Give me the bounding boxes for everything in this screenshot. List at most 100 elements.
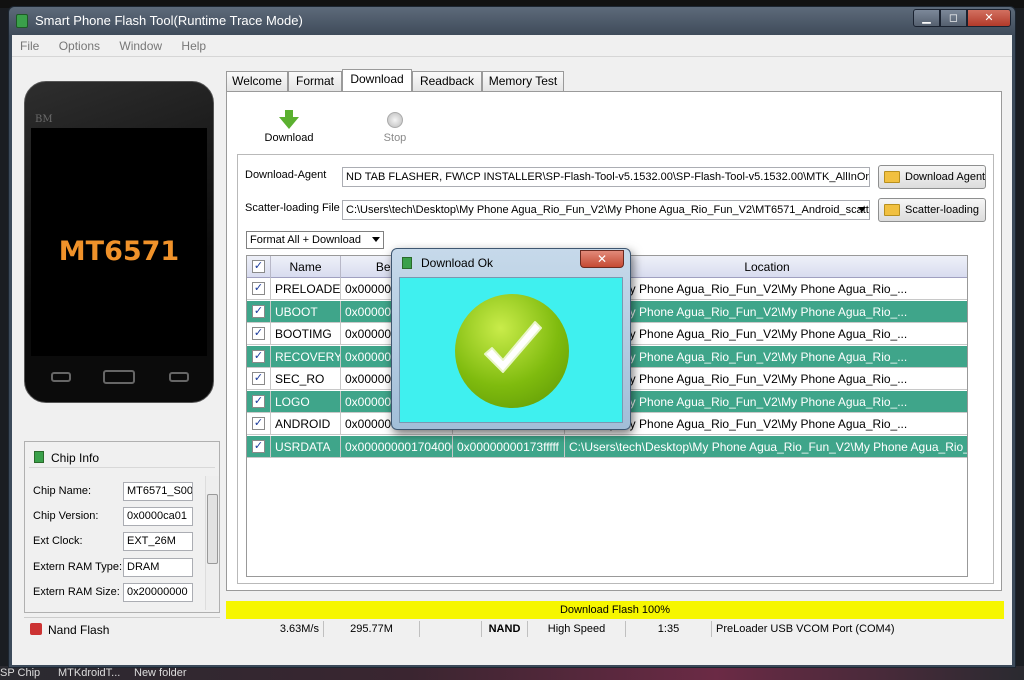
row-select-cell: ✓ <box>247 323 271 345</box>
tab-welcome[interactable]: Welcome <box>226 71 288 91</box>
chip-info-panel: Chip Info Chip Name: MT6571_S00 Chip Ver… <box>24 441 220 613</box>
ram-type-field[interactable]: DRAM <box>123 558 193 577</box>
partition-name: SEC_RO <box>271 368 341 390</box>
download-mode-value: Format All + Download <box>250 234 361 246</box>
chip-version-row: Chip Version: 0x0000ca01 <box>33 507 213 527</box>
partition-location: C:\Users\tech\Desktop\My Phone Agua_Rio_… <box>569 439 968 454</box>
status-bar: 3.63M/s 295.77M NAND High Speed 1:35 Pre… <box>226 621 1004 637</box>
partition-name: ANDROID <box>271 413 341 435</box>
chip-info-scrollbar[interactable] <box>205 476 219 610</box>
title-bar[interactable]: Smart Phone Flash Tool(Runtime Trace Mod… <box>9 7 1015 35</box>
row-select-cell: ✓ <box>247 278 271 300</box>
maximize-button[interactable]: ◻ <box>940 9 967 27</box>
taskbar-item[interactable]: New folder <box>134 666 187 680</box>
scatter-loading-button-label: Scatter-loading <box>905 204 979 216</box>
row-checkbox[interactable]: ✓ <box>252 304 265 318</box>
phone-screen: MT6571 <box>31 128 207 356</box>
row-checkbox[interactable]: ✓ <box>252 327 265 340</box>
select-all-checkbox[interactable]: ✓ <box>252 260 265 273</box>
progress-bar: Download Flash 100% <box>226 601 1004 619</box>
row-checkbox[interactable]: ✓ <box>252 282 265 295</box>
chip-name-field[interactable]: MT6571_S00 <box>123 482 193 501</box>
menu-window[interactable]: Window <box>111 35 170 53</box>
download-button[interactable]: Download <box>259 110 319 144</box>
download-arrow-head-icon <box>279 117 299 129</box>
nand-flash-label: Nand Flash <box>48 623 110 637</box>
stop-button[interactable]: Stop <box>365 110 425 144</box>
download-agent-button-label: Download Agent <box>905 171 986 183</box>
dialog-body <box>399 277 623 423</box>
window-title: Smart Phone Flash Tool(Runtime Trace Mod… <box>35 13 303 28</box>
progress-text: Download Flash 100% <box>559 604 671 616</box>
ext-clock-label: Ext Clock: <box>33 535 83 547</box>
folder-icon <box>884 204 900 216</box>
dialog-close-button[interactable]: ✕ <box>580 250 624 268</box>
chip-version-label: Chip Version: <box>33 510 99 522</box>
stop-icon <box>387 112 403 128</box>
scatter-path-select[interactable]: C:\Users\tech\Desktop\My Phone Agua_Rio_… <box>342 200 870 220</box>
partition-name: BOOTIMG <box>271 323 341 345</box>
success-check-icon <box>455 294 569 408</box>
ram-size-field[interactable]: 0x20000000 <box>123 583 193 602</box>
menu-help[interactable]: Help <box>173 35 214 53</box>
end-address: 0x00000000173fffff <box>453 435 565 458</box>
chevron-down-icon <box>858 207 866 212</box>
header-name[interactable]: Name <box>271 256 341 278</box>
chip-icon <box>34 451 44 463</box>
download-agent-button[interactable]: Download Agent <box>878 165 986 189</box>
phone-brand: BM <box>35 114 53 125</box>
row-select-cell: ✓ <box>247 300 271 323</box>
status-port: PreLoader USB VCOM Port (COM4) <box>716 623 895 635</box>
menu-key-icon <box>51 372 71 382</box>
ram-type-label: Extern RAM Type: <box>33 561 123 573</box>
download-agent-label: Download-Agent <box>245 169 327 181</box>
stop-button-label: Stop <box>383 132 407 144</box>
menu-options[interactable]: Options <box>51 35 108 53</box>
home-key-icon <box>103 370 135 384</box>
download-mode-select[interactable]: Format All + Download <box>246 231 384 249</box>
nand-flash-icon <box>30 623 42 635</box>
menu-file[interactable]: File <box>12 35 47 53</box>
partition-name: PRELOADER <box>271 278 341 300</box>
header-select-all[interactable]: ✓ <box>247 256 271 278</box>
minimize-button[interactable]: ▁ <box>913 9 940 27</box>
dialog-title: Download Ok <box>421 256 494 270</box>
taskbar-item[interactable]: MTKdroidT... <box>58 666 120 680</box>
tab-download[interactable]: Download <box>342 69 412 92</box>
close-button[interactable]: ✕ <box>967 9 1011 27</box>
scrollbar-thumb[interactable] <box>207 494 218 564</box>
taskbar: SP Chip MTKdroidT... New folder <box>0 666 1024 680</box>
tab-format[interactable]: Format <box>288 71 342 91</box>
row-checkbox[interactable]: ✓ <box>252 417 265 430</box>
chip-info-header[interactable]: Chip Info <box>29 446 215 468</box>
scatter-loading-button[interactable]: Scatter-loading <box>878 198 986 222</box>
row-select-cell: ✓ <box>247 390 271 413</box>
ext-clock-field[interactable]: EXT_26M <box>123 532 193 551</box>
download-agent-path[interactable]: ND TAB FLASHER, FW\CP INSTALLER\SP-Flash… <box>342 167 870 187</box>
checkmark-icon <box>484 321 542 373</box>
row-checkbox[interactable]: ✓ <box>252 349 265 363</box>
scatter-path-value: C:\Users\tech\Desktop\My Phone Agua_Rio_… <box>346 204 870 216</box>
chip-version-field[interactable]: 0x0000ca01 <box>123 507 193 526</box>
row-checkbox[interactable]: ✓ <box>252 394 265 408</box>
partition-name: RECOVERY <box>271 345 341 368</box>
download-ok-dialog: Download Ok ✕ <box>391 248 631 430</box>
row-checkbox[interactable]: ✓ <box>252 439 265 453</box>
row-checkbox[interactable]: ✓ <box>252 372 265 385</box>
ext-clock-row: Ext Clock: EXT_26M <box>33 532 213 552</box>
taskbar-item[interactable]: SP Chip <box>0 666 40 680</box>
chip-name-label: Chip Name: <box>33 485 92 497</box>
phone-chip-label: MT6571 <box>58 236 180 267</box>
tab-memory-test[interactable]: Memory Test <box>482 71 564 91</box>
tab-readback[interactable]: Readback <box>412 71 482 91</box>
chevron-down-icon <box>372 237 380 242</box>
app-icon <box>402 257 412 269</box>
download-button-label: Download <box>264 132 314 144</box>
table-row[interactable]: ✓ USRDATA 0x0000000017040000 0x00000000173f… <box>247 435 968 458</box>
row-select-cell: ✓ <box>247 345 271 368</box>
partition-name: USRDATA <box>271 435 341 458</box>
download-arrow-icon <box>285 110 293 117</box>
partition-name: LOGO <box>271 390 341 413</box>
row-select-cell: ✓ <box>247 435 271 458</box>
nand-flash-item[interactable]: Nand Flash <box>24 617 220 639</box>
